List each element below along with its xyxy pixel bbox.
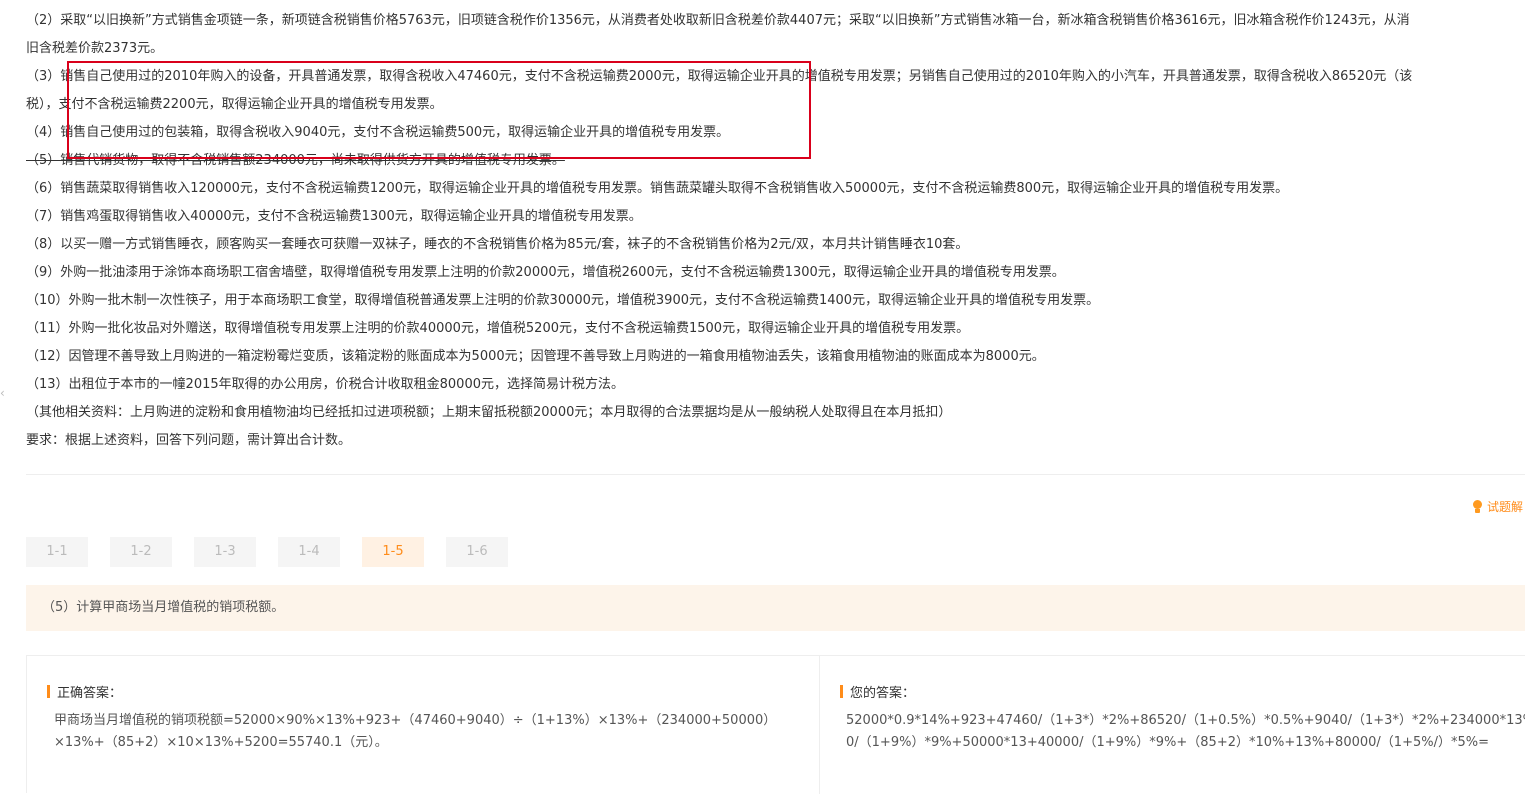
question-line: （9）外购一批油漆用于涂饰本商场职工宿舍墙壁，取得增值税专用发票上注明的价款20… — [26, 265, 1065, 280]
your-answer-heading: 您的答案： — [840, 682, 915, 701]
tab-1-1[interactable]: 1-1 — [26, 537, 88, 567]
divider — [26, 474, 1525, 475]
question-line: （3）销售自己使用过的2010年购入的设备，开具普通发票，取得含税收入47460… — [26, 69, 1413, 84]
correct-answer-title: 正确答案： — [57, 686, 123, 701]
collapse-arrow-icon[interactable]: ‹ — [0, 383, 5, 403]
accent-bar — [47, 685, 50, 698]
question-line: （2）采取“以旧换新”方式销售金项链一条，新项链含税销售价格5763元，旧项链含… — [26, 13, 1410, 28]
question-line: （10）外购一批木制一次性筷子，用于本商场职工食堂，取得增值税普通发票上注明的价… — [26, 293, 1100, 308]
question-line: （4）销售自己使用过的包装箱，取得含税收入9040元，支付不含税运输费500元，… — [26, 125, 730, 140]
answer-panel: 正确答案： 甲商场当月增值税的销项税额=52000×90%×13%+923+（4… — [26, 655, 1525, 794]
tab-1-3[interactable]: 1-3 — [194, 537, 256, 567]
tab-1-5[interactable]: 1-5 — [362, 537, 424, 567]
tab-1-6[interactable]: 1-6 — [446, 537, 508, 567]
lightbulb-icon — [1472, 499, 1483, 514]
tab-1-2[interactable]: 1-2 — [110, 537, 172, 567]
question-line: （8）以买一赠一方式销售睡衣，顾客购买一套睡衣可获赠一双袜子，睡衣的不含税销售价… — [26, 237, 969, 252]
accent-bar — [840, 685, 843, 698]
question-line: （其他相关资料：上月购进的淀粉和食用植物油均已经抵扣过进项税额；上期末留抵税额2… — [26, 405, 952, 420]
hint-link[interactable]: 试题解 — [1472, 498, 1523, 515]
your-answer-panel: 您的答案： 52000*0.9*14%+923+47460/（1+3*）*2%+… — [820, 656, 1525, 794]
question-line: （6）销售蔬菜取得销售收入120000元，支付不含税运输费1200元，取得运输企… — [26, 181, 1289, 196]
correct-answer-panel: 正确答案： 甲商场当月增值税的销项税额=52000×90%×13%+923+（4… — [27, 656, 820, 794]
your-answer-text: 52000*0.9*14%+923+47460/（1+3*）*2%+86520/… — [846, 710, 1525, 754]
question-line: （12）因管理不善导致上月购进的一箱淀粉霉烂变质，该箱淀粉的账面成本为5000元… — [26, 349, 1045, 364]
question-line: 税），支付不含税运输费2200元，取得运输企业开具的增值税专用发票。 — [26, 97, 443, 112]
question-line: （7）销售鸡蛋取得销售收入40000元，支付不含税运输费1300元，取得运输企业… — [26, 209, 642, 224]
question-line: 要求：根据上述资料，回答下列问题，需计算出合计数。 — [26, 433, 352, 448]
question-line: （11）外购一批化妆品对外赠送，取得增值税专用发票上注明的价款40000元，增值… — [26, 321, 970, 336]
tab-1-4[interactable]: 1-4 — [278, 537, 340, 567]
question-line: （5）销售代销货物，取得不含税销售额234000元，尚未取得供货方开具的增值税专… — [26, 153, 565, 168]
your-answer-title: 您的答案： — [850, 686, 916, 701]
answer-line: ×13%+（85+2）×10×13%+5200=55740.1（元）。 — [54, 735, 388, 750]
answer-line: 甲商场当月增值税的销项税额=52000×90%×13%+923+（47460+9… — [54, 713, 777, 728]
question-line: 旧含税差价款2373元。 — [26, 41, 164, 56]
correct-answer-text: 甲商场当月增值税的销项税额=52000×90%×13%+923+（47460+9… — [54, 710, 804, 754]
question-text: （2）采取“以旧换新”方式销售金项链一条，新项链含税销售价格5763元，旧项链含… — [26, 7, 1525, 455]
hint-label: 试题解 — [1487, 500, 1524, 514]
correct-answer-heading: 正确答案： — [47, 682, 122, 701]
question-line: （13）出租位于本市的一幢2015年取得的办公用房，价税合计收取租金80000元… — [26, 377, 624, 392]
answer-line: 52000*0.9*14%+923+47460/（1+3*）*2%+86520/… — [846, 713, 1525, 728]
sub-question: （5）计算甲商场当月增值税的销项税额。 — [26, 585, 1525, 631]
answer-line: 0/（1+9%）*9%+50000*13+40000/（1+9%）*9%+（85… — [846, 735, 1489, 750]
sub-question-tabs: 1-1 1-2 1-3 1-4 1-5 1-6 — [26, 537, 530, 567]
